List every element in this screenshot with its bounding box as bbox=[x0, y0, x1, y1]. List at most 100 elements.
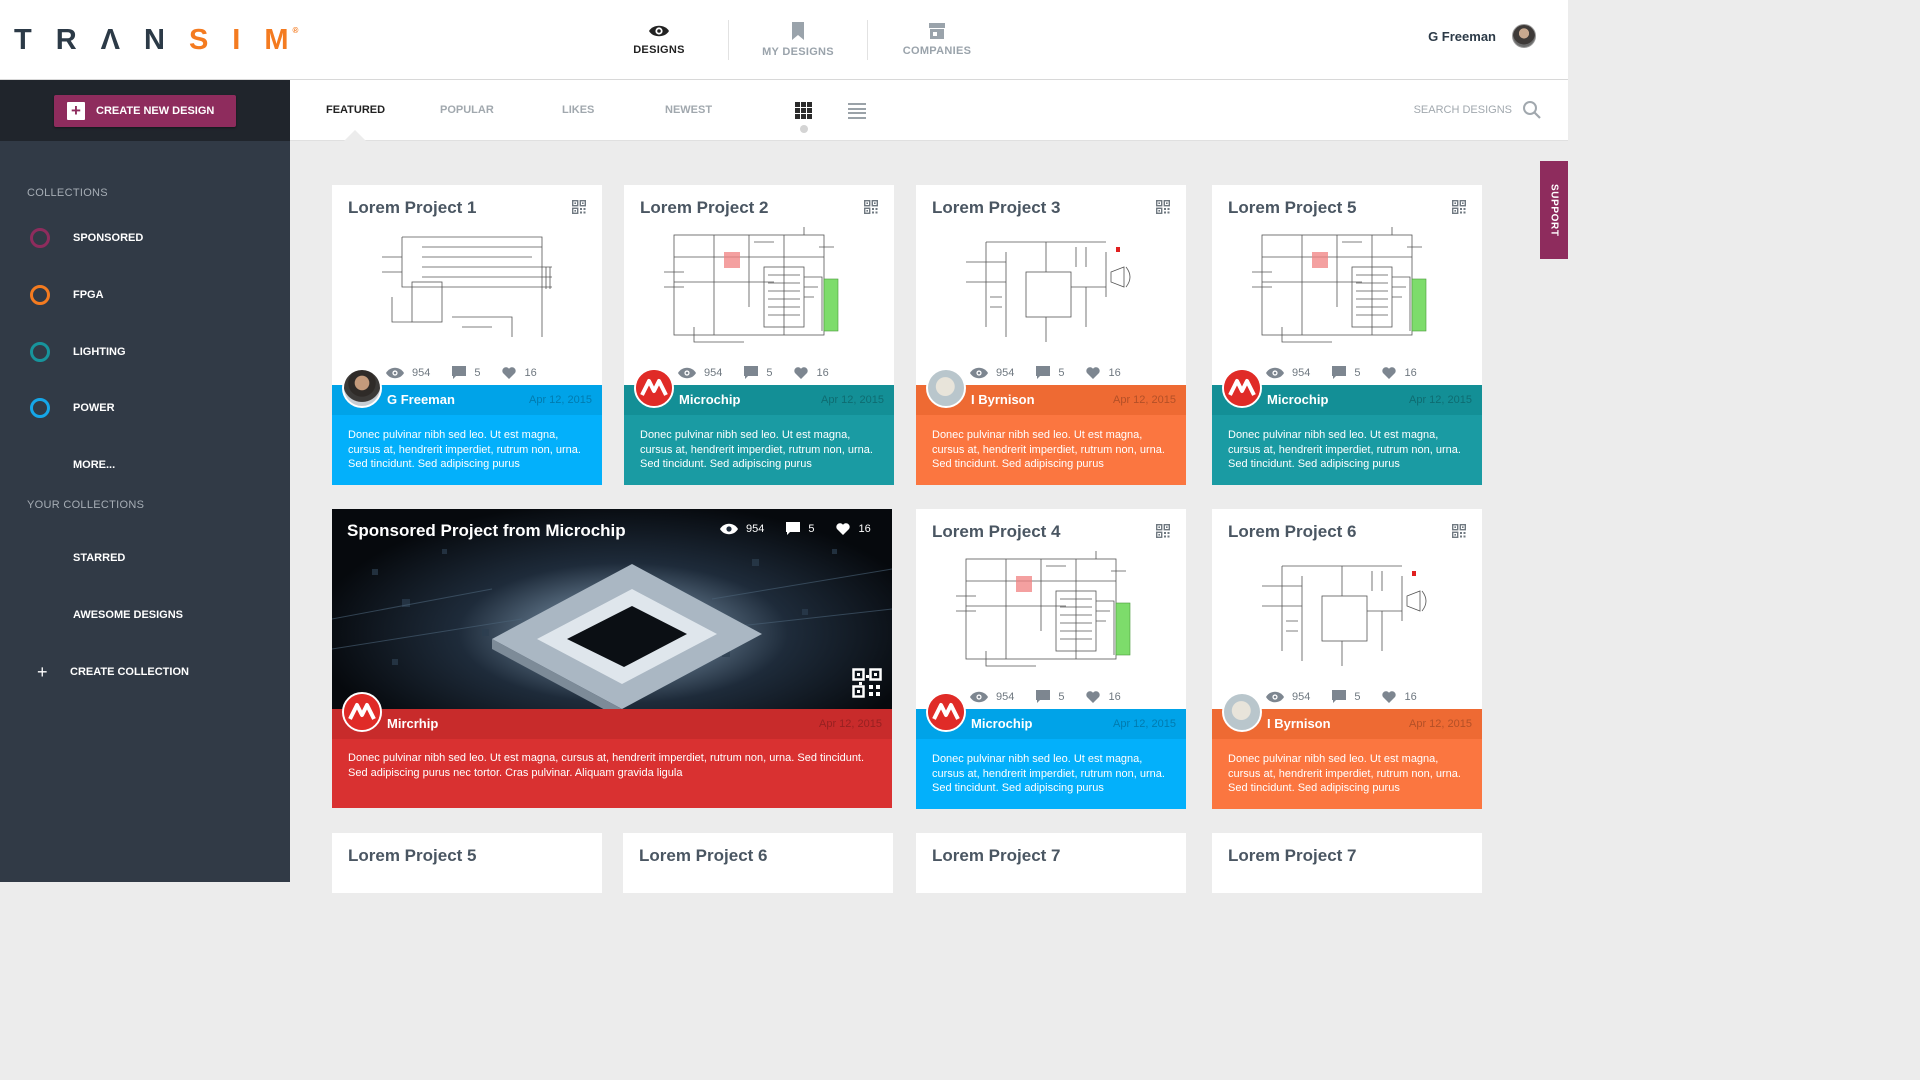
create-new-design-label: CREATE NEW DESIGN bbox=[96, 104, 215, 117]
qr-code-icon[interactable] bbox=[1156, 200, 1170, 214]
eye-icon bbox=[1266, 691, 1284, 702]
user-menu[interactable]: G Freeman bbox=[1428, 24, 1536, 48]
views-stat: 954 bbox=[720, 523, 764, 535]
qr-code-icon[interactable] bbox=[852, 668, 882, 698]
collection-lighting[interactable]: LIGHTING bbox=[30, 341, 126, 363]
views-count: 954 bbox=[996, 690, 1015, 703]
create-collection-button[interactable]: + CREATE COLLECTION bbox=[30, 661, 189, 683]
top-header: TR ΛN SIM ® DESIGNS MY DESIGNS COMPANIES G … bbox=[0, 0, 1568, 80]
search-input[interactable]: SEARCH DESIGNS bbox=[1414, 104, 1512, 116]
comments-stat: 5 bbox=[1036, 690, 1064, 703]
bookmark-icon bbox=[792, 22, 804, 40]
card-title: Lorem Project 5 bbox=[1228, 198, 1357, 217]
comments-stat: 5 bbox=[744, 366, 772, 379]
active-view-indicator bbox=[800, 125, 808, 133]
publish-date: Apr 12, 2015 bbox=[1409, 718, 1472, 730]
transim-logo[interactable]: TR ΛN SIM ® bbox=[14, 22, 318, 58]
likes-stat[interactable]: 16 bbox=[1382, 690, 1417, 703]
card-title: Lorem Project 7 bbox=[1228, 846, 1357, 865]
sponsored-stats: 954 5 16 bbox=[720, 522, 892, 535]
tab-popular[interactable]: POPULAR bbox=[440, 104, 494, 116]
design-card[interactable]: Lorem Project 1 954 5 16 G Freeman Apr 12, 20… bbox=[332, 185, 602, 485]
design-card[interactable]: Lorem Project 6 954 5 16 I Byrnison Apr 12, 2… bbox=[1212, 509, 1482, 809]
card-title: Lorem Project 2 bbox=[640, 198, 769, 217]
card-title: Lorem Project 1 bbox=[348, 198, 477, 217]
author-avatar[interactable] bbox=[1222, 692, 1262, 732]
comments-count: 5 bbox=[1354, 690, 1361, 703]
design-card-partial[interactable]: Lorem Project 7 bbox=[916, 833, 1186, 893]
comment-icon bbox=[1332, 690, 1347, 703]
microchip-avatar[interactable] bbox=[342, 692, 382, 732]
create-new-design-button[interactable]: + CREATE NEW DESIGN bbox=[54, 94, 236, 127]
logo-text-mid: ΛN bbox=[100, 23, 189, 56]
likes-stat[interactable]: 16 bbox=[794, 367, 829, 379]
qr-code-icon[interactable] bbox=[864, 200, 878, 214]
eye-icon bbox=[1266, 367, 1284, 378]
qr-code-icon[interactable] bbox=[1452, 200, 1466, 214]
card-stats: 954 5 16 bbox=[386, 366, 559, 379]
comments-stat: 5 bbox=[786, 522, 814, 535]
main-nav: DESIGNS MY DESIGNS COMPANIES bbox=[590, 14, 1006, 66]
collection-power[interactable]: POWER bbox=[30, 397, 115, 419]
nav-my-designs[interactable]: MY DESIGNS bbox=[729, 14, 867, 66]
collection-starred[interactable]: STARRED bbox=[30, 547, 125, 569]
circuit-schematic bbox=[1252, 227, 1427, 343]
collection-fpga[interactable]: FPGA bbox=[30, 284, 104, 306]
tab-featured[interactable]: FEATURED bbox=[326, 104, 385, 116]
views-stat: 954 bbox=[1266, 367, 1310, 379]
qr-code-icon[interactable] bbox=[1452, 524, 1466, 538]
card-title: Lorem Project 5 bbox=[348, 846, 477, 865]
tab-likes[interactable]: LIKES bbox=[562, 104, 594, 116]
likes-stat[interactable]: 16 bbox=[1086, 690, 1121, 703]
support-tab[interactable]: SUPPORT bbox=[1540, 161, 1568, 259]
card-stats: 954 5 16 bbox=[1266, 366, 1439, 379]
likes-stat[interactable]: 16 bbox=[836, 522, 871, 535]
nav-designs[interactable]: DESIGNS bbox=[590, 14, 728, 66]
collection-label: LIGHTING bbox=[73, 346, 126, 358]
likes-count: 16 bbox=[858, 522, 871, 535]
your-collections-heading: YOUR COLLECTIONS bbox=[27, 499, 145, 511]
collections-more-link[interactable]: MORE... bbox=[30, 454, 115, 476]
microchip-avatar[interactable] bbox=[634, 368, 674, 408]
search-icon[interactable] bbox=[1522, 100, 1542, 120]
likes-stat[interactable]: 16 bbox=[1086, 367, 1121, 379]
views-count: 954 bbox=[412, 366, 431, 379]
collection-awesome-designs[interactable]: AWESOME DESIGNS bbox=[30, 604, 183, 626]
sponsored-description: Donec pulvinar nibh sed leo. Ut est magn… bbox=[332, 739, 892, 808]
qr-code-icon[interactable] bbox=[572, 200, 586, 214]
comments-stat: 5 bbox=[452, 366, 480, 379]
nav-companies[interactable]: COMPANIES bbox=[868, 14, 1006, 66]
qr-code-icon[interactable] bbox=[1156, 524, 1170, 538]
grid-view-icon[interactable] bbox=[795, 102, 813, 120]
microchip-avatar[interactable] bbox=[926, 692, 966, 732]
eye-icon bbox=[970, 367, 988, 378]
heart-icon bbox=[1382, 690, 1397, 703]
user-avatar[interactable] bbox=[1512, 24, 1536, 48]
likes-count: 16 bbox=[524, 366, 537, 379]
design-card[interactable]: Lorem Project 3 954 5 16 I Byrnison Apr 12, 2… bbox=[916, 185, 1186, 485]
sponsored-card[interactable]: Sponsored Project from Microchip 954 5 1… bbox=[332, 509, 892, 808]
likes-stat[interactable]: 16 bbox=[502, 366, 537, 379]
microchip-avatar[interactable] bbox=[1222, 368, 1262, 408]
nav-companies-label: COMPANIES bbox=[902, 45, 972, 57]
design-card[interactable]: Lorem Project 5 954 5 16 Microchip Apr 12, 20… bbox=[1212, 185, 1482, 485]
design-card[interactable]: Lorem Project 4 954 5 16 Microchip Apr 12, 20… bbox=[916, 509, 1186, 809]
author-avatar[interactable] bbox=[342, 368, 382, 408]
design-card-partial[interactable]: Lorem Project 5 bbox=[332, 833, 602, 893]
likes-count: 16 bbox=[1404, 690, 1417, 703]
design-card-partial[interactable]: Lorem Project 7 bbox=[1212, 833, 1482, 893]
heart-icon bbox=[1086, 690, 1101, 703]
likes-stat[interactable]: 16 bbox=[1382, 366, 1417, 379]
collection-sponsored[interactable]: SPONSORED bbox=[30, 227, 143, 249]
card-description: Donec pulvinar nibh sed leo. Ut est magn… bbox=[332, 415, 602, 485]
plus-icon: + bbox=[37, 661, 48, 682]
ring-icon bbox=[30, 228, 50, 248]
design-card[interactable]: Lorem Project 2 954 5 16 Microchip Apr 12, 20… bbox=[624, 185, 894, 485]
circuit-schematic bbox=[956, 551, 1131, 667]
author-avatar[interactable] bbox=[926, 368, 966, 408]
heart-icon bbox=[1382, 366, 1397, 379]
comments-stat: 5 bbox=[1332, 366, 1360, 379]
tab-newest[interactable]: NEWEST bbox=[665, 104, 712, 116]
list-view-icon[interactable] bbox=[848, 103, 866, 119]
design-card-partial[interactable]: Lorem Project 6 bbox=[623, 833, 893, 893]
